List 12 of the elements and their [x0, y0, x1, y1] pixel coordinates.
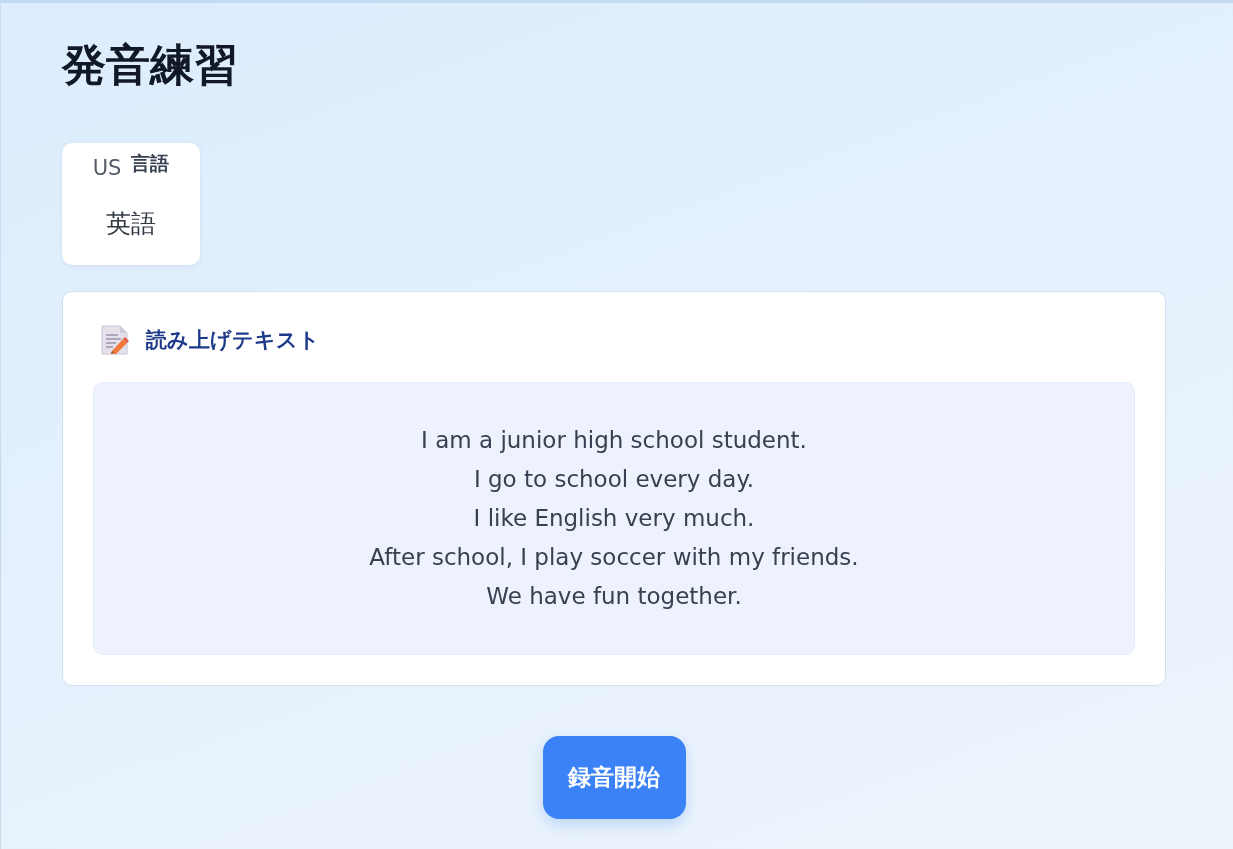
language-value: 英語: [106, 208, 156, 239]
sentence-text: I am a junior high school student.: [421, 426, 807, 455]
sentence-text: I go to school every day.: [473, 465, 755, 494]
page-title: 発音練習: [62, 39, 238, 91]
sentence-text: I like English very much.: [473, 504, 755, 533]
sentence-text: After school, I play soccer with my friends.: [369, 543, 859, 572]
record-button[interactable]: 録音開始: [542, 736, 686, 819]
note-pencil-icon: [101, 325, 129, 355]
flag-code: US: [92, 155, 122, 182]
section-heading: 読み上げテキスト: [146, 327, 320, 353]
language-label: 言語: [131, 153, 170, 175]
sentence-text: We have fun together.: [486, 582, 742, 611]
